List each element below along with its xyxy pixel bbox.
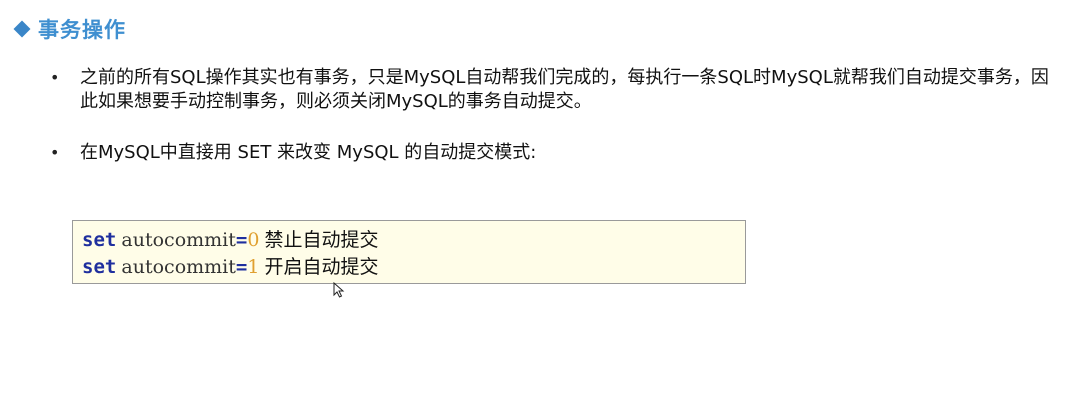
slide-title-row: 事务操作 [12,14,126,44]
code-line: set autocommit=0 禁止自动提交 [82,227,745,254]
code-comment: 开启自动提交 [264,256,379,278]
bullet-text: 之前的所有SQL操作其实也有事务，只是MySQL自动帮我们完成的，每执行一条SQ… [80,67,1049,112]
bullet-text: 在MySQL中直接用 SET 来改变 MySQL 的自动提交模式: [80,142,537,163]
diamond-icon [13,20,31,38]
code-keyword: set [82,256,117,278]
code-operator: = [235,229,248,251]
code-number: 1 [247,256,260,278]
code-block: set autocommit=0 禁止自动提交 set autocommit=1… [72,220,746,284]
code-number: 0 [247,229,260,251]
code-line: set autocommit=1 开启自动提交 [82,254,745,281]
code-identifier: autocommit [121,256,236,278]
bullet-dot-icon: • [50,143,60,162]
code-identifier: autocommit [121,229,236,251]
bullet-item: • 之前的所有SQL操作其实也有事务，只是MySQL自动帮我们完成的，每执行一条… [50,66,1060,114]
code-operator: = [235,256,248,278]
code-keyword: set [82,229,117,251]
bullet-item: • 在MySQL中直接用 SET 来改变 MySQL 的自动提交模式: [50,141,750,165]
code-comment: 禁止自动提交 [264,229,379,251]
mouse-pointer-icon [333,282,345,298]
bullet-dot-icon: • [50,68,60,87]
slide-title: 事务操作 [38,18,126,42]
